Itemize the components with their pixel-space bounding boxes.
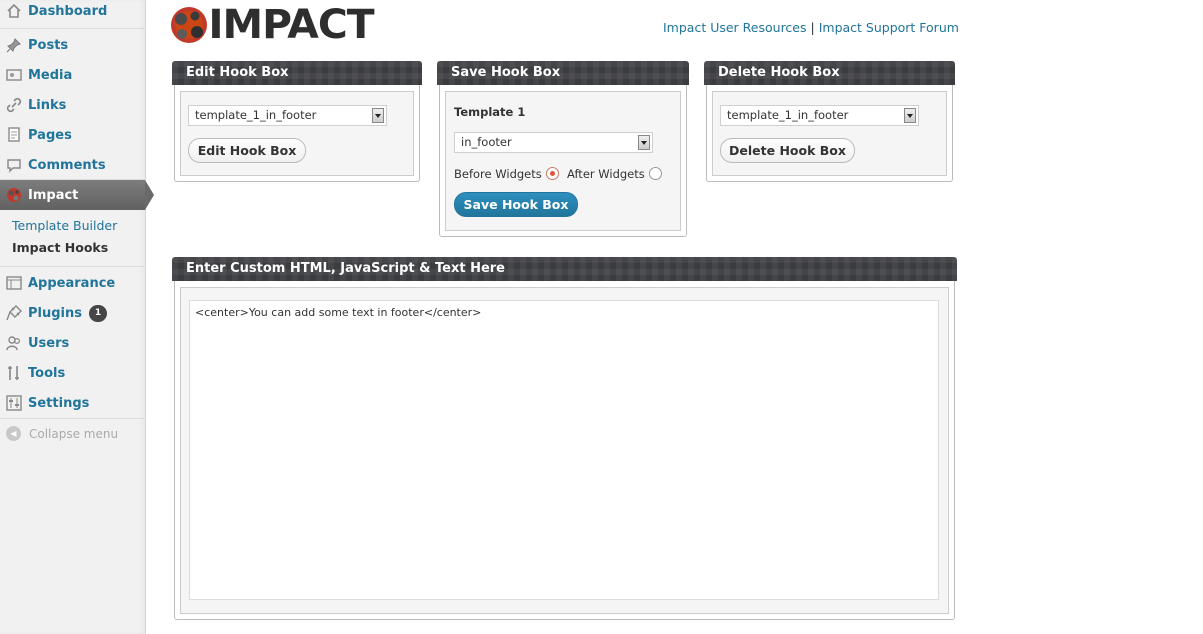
menu-item-plugins[interactable]: Plugins 1 [0, 298, 145, 328]
menu-label: Settings [28, 395, 90, 411]
collapse-label: Collapse menu [29, 426, 119, 441]
menu-item-users[interactable]: Users [0, 328, 145, 358]
select-value: template_1_in_footer [195, 108, 317, 122]
save-hook-box-panel: Save Hook Box Template 1 in_footer Befor… [437, 61, 689, 237]
link-separator: | [810, 20, 815, 35]
panel-body: Template 1 in_footer Before Widgets Afte… [439, 85, 687, 237]
menu-label: Dashboard [28, 3, 108, 19]
pushpin-icon [6, 38, 21, 53]
settings-icon [6, 395, 22, 411]
after-widgets-radio[interactable] [649, 167, 662, 180]
impact-logo: IMPACT [170, 2, 375, 48]
user-resources-link[interactable]: Impact User Resources [663, 20, 807, 35]
comments-icon [7, 159, 21, 173]
pages-icon [8, 127, 20, 142]
menu-label: Impact [28, 187, 79, 203]
edit-hook-select[interactable]: template_1_in_footer [188, 105, 387, 126]
menu-item-tools[interactable]: Tools [0, 358, 145, 388]
chevron-down-icon [638, 135, 650, 150]
header-links: Impact User Resources | Impact Support F… [663, 20, 959, 35]
support-forum-link[interactable]: Impact Support Forum [819, 20, 959, 35]
menu-item-posts[interactable]: Posts [0, 30, 145, 60]
menu-item-settings[interactable]: Settings [0, 388, 145, 418]
panel-inner: Template 1 in_footer Before Widgets Afte… [445, 91, 681, 231]
menu-label: Media [28, 67, 73, 83]
edit-hook-box-button[interactable]: Edit Hook Box [188, 138, 306, 163]
menu-label: Tools [28, 365, 66, 381]
panel-inner: <center>You can add some text in footer<… [180, 287, 949, 614]
before-widgets-radio[interactable] [546, 167, 559, 180]
panel-body: <center>You can add some text in footer<… [174, 281, 955, 620]
menu-label: Appearance [28, 275, 116, 291]
panel-body: template_1_in_footer Edit Hook Box [174, 85, 420, 182]
template-label: Template 1 [454, 105, 526, 119]
menu-label: Comments [28, 157, 106, 173]
custom-code-textarea[interactable]: <center>You can add some text in footer<… [189, 300, 939, 600]
tools-icon [8, 366, 19, 380]
edit-hook-box-panel: Edit Hook Box template_1_in_footer Edit … [172, 61, 422, 182]
impact-icon [7, 188, 21, 202]
menu-item-comments[interactable]: Comments [0, 150, 145, 180]
delete-hook-box-panel: Delete Hook Box template_1_in_footer Del… [704, 61, 955, 182]
panel-title: Delete Hook Box [704, 61, 955, 85]
menu-label: Pages [28, 127, 72, 143]
submenu-template-builder[interactable]: Template Builder [12, 218, 117, 233]
menu-separator [0, 418, 145, 419]
links-icon [6, 97, 22, 113]
media-icon [6, 69, 22, 81]
chevron-down-icon [372, 108, 384, 123]
appearance-icon [6, 276, 22, 290]
menu-label: Plugins [28, 305, 82, 321]
update-count-badge: 1 [89, 304, 107, 322]
panel-inner: template_1_in_footer Delete Hook Box [712, 91, 947, 176]
menu-item-appearance[interactable]: Appearance [0, 268, 145, 298]
select-value: in_footer [461, 135, 512, 149]
menu-label: Users [28, 335, 70, 351]
menu-separator [0, 266, 145, 267]
logo-text: IMPACT [208, 2, 374, 48]
delete-hook-select[interactable]: template_1_in_footer [720, 105, 919, 126]
collapse-arrow-icon: ◀ [6, 426, 21, 441]
collapse-menu-button[interactable]: ◀ Collapse menu [6, 426, 118, 441]
save-hook-box-button[interactable]: Save Hook Box [454, 192, 578, 217]
menu-item-impact[interactable]: Impact [0, 180, 154, 210]
panel-inner: template_1_in_footer Edit Hook Box [180, 91, 414, 176]
submenu-impact-hooks[interactable]: Impact Hooks [12, 240, 108, 255]
menu-item-dashboard[interactable]: Dashboard [0, 0, 145, 26]
admin-sidebar: Dashboard Posts Media Links Pages Commen… [0, 0, 154, 634]
after-widgets-label: After Widgets [567, 167, 645, 181]
menu-label: Links [28, 97, 67, 113]
menu-item-pages[interactable]: Pages [0, 120, 145, 150]
before-widgets-label: Before Widgets [454, 167, 542, 181]
panel-title: Enter Custom HTML, JavaScript & Text Her… [172, 257, 957, 281]
impact-logo-icon [171, 7, 207, 43]
custom-code-panel: Enter Custom HTML, JavaScript & Text Her… [172, 257, 957, 620]
dashboard-icon [7, 3, 21, 18]
hook-location-select[interactable]: in_footer [454, 132, 653, 153]
plugins-icon [6, 305, 22, 321]
panel-title: Save Hook Box [437, 61, 689, 85]
chevron-down-icon [904, 108, 916, 123]
panel-title: Edit Hook Box [172, 61, 422, 85]
users-icon [6, 336, 21, 351]
menu-label: Posts [28, 37, 69, 53]
delete-hook-box-button[interactable]: Delete Hook Box [720, 138, 855, 163]
menu-separator [0, 28, 145, 29]
select-value: template_1_in_footer [727, 108, 849, 122]
menu-item-links[interactable]: Links [0, 90, 145, 120]
menu-item-media[interactable]: Media [0, 60, 145, 90]
panel-body: template_1_in_footer Delete Hook Box [706, 85, 953, 182]
